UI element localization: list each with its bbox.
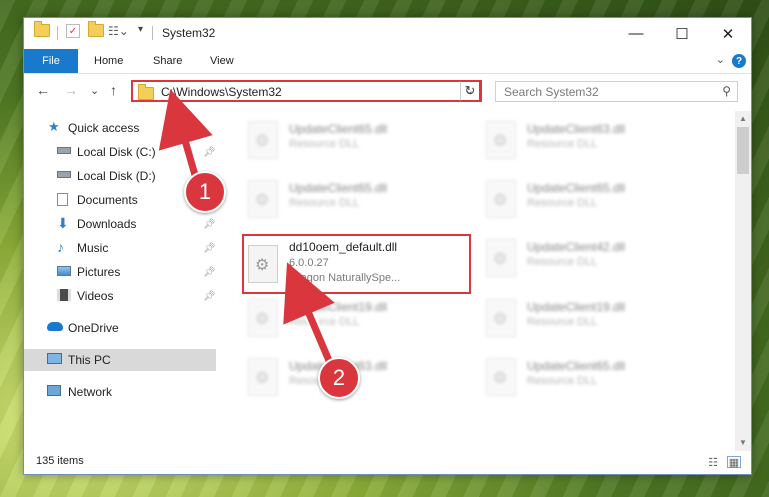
- arrow-to-address-bar: [158, 89, 213, 183]
- arrow-to-file: [283, 262, 337, 372]
- callout-badge-2: 2: [318, 357, 360, 399]
- callout-arrows: [158, 89, 339, 376]
- callout-badge-1: 1: [184, 171, 226, 213]
